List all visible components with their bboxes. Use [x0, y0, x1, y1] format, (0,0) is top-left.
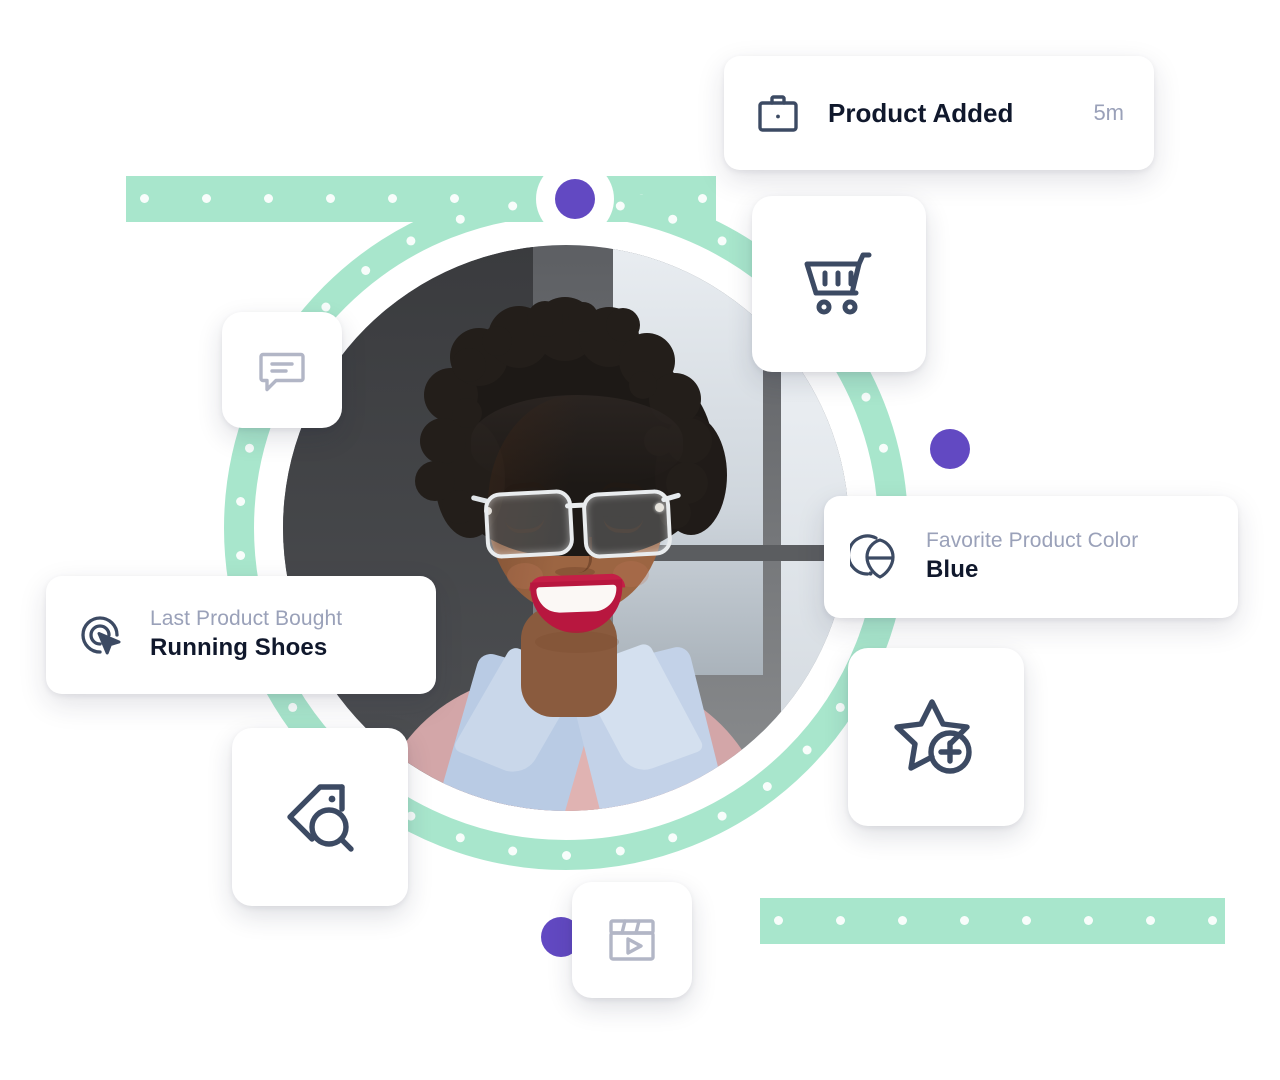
- band-dot: [264, 194, 273, 203]
- band-dot: [450, 194, 459, 203]
- band-dot: [1208, 916, 1217, 925]
- hair-curl: [452, 348, 486, 382]
- band-dot: [140, 194, 149, 203]
- band-dot: [1084, 916, 1093, 925]
- tile-tag-search[interactable]: [232, 728, 408, 906]
- card-favorite-product-color[interactable]: Favorite Product Color Blue: [824, 496, 1238, 618]
- band-dot: [1146, 916, 1155, 925]
- card-label: Last Product Bought: [150, 607, 343, 631]
- card-product-added[interactable]: Product Added 5m: [724, 56, 1154, 170]
- color-picker-icon: [850, 534, 895, 579]
- band-dot: [960, 916, 969, 925]
- chat-bubble-icon: [259, 352, 305, 392]
- card-title: Product Added: [828, 97, 1014, 128]
- tag-search-icon: [287, 784, 354, 852]
- tile-chat[interactable]: [222, 312, 342, 428]
- band-dot: [836, 916, 845, 925]
- briefcase-icon: [758, 95, 798, 132]
- card-label: Favorite Product Color: [926, 529, 1139, 553]
- card-last-product-bought[interactable]: Last Product Bought Running Shoes: [46, 576, 436, 694]
- hair-curl: [629, 371, 657, 399]
- tile-star-add[interactable]: [848, 648, 1024, 826]
- card-timestamp: 5m: [1093, 100, 1124, 125]
- hair-curl: [482, 326, 512, 356]
- composition-stage: Product Added 5m Favorite Product Color …: [0, 0, 1280, 1080]
- click-target-icon: [81, 616, 121, 655]
- shopping-cart-icon: [804, 252, 872, 315]
- band-dot: [774, 916, 783, 925]
- video-clapperboard-icon: [609, 919, 655, 961]
- hair-curl: [606, 308, 640, 342]
- band-dot: [388, 194, 397, 203]
- hair-curl: [527, 301, 563, 337]
- band-dot: [898, 916, 907, 925]
- band-dot: [1022, 916, 1031, 925]
- card-value: Running Shoes: [150, 634, 328, 662]
- mint-band-bottom: [760, 898, 1225, 944]
- band-dot: [698, 194, 707, 203]
- tile-video[interactable]: [572, 882, 692, 998]
- star-add-icon: [894, 699, 972, 774]
- glasses-left-lens: [483, 488, 575, 560]
- band-dot: [202, 194, 211, 203]
- node-dot: [930, 429, 970, 469]
- band-dots-bottom: [760, 916, 1225, 926]
- glasses-right-lens: [581, 488, 673, 560]
- band-dot: [326, 194, 335, 203]
- node-dot: [555, 179, 595, 219]
- hair-curl: [568, 302, 598, 332]
- tile-shopping-cart[interactable]: [752, 196, 926, 372]
- card-value: Blue: [926, 556, 979, 584]
